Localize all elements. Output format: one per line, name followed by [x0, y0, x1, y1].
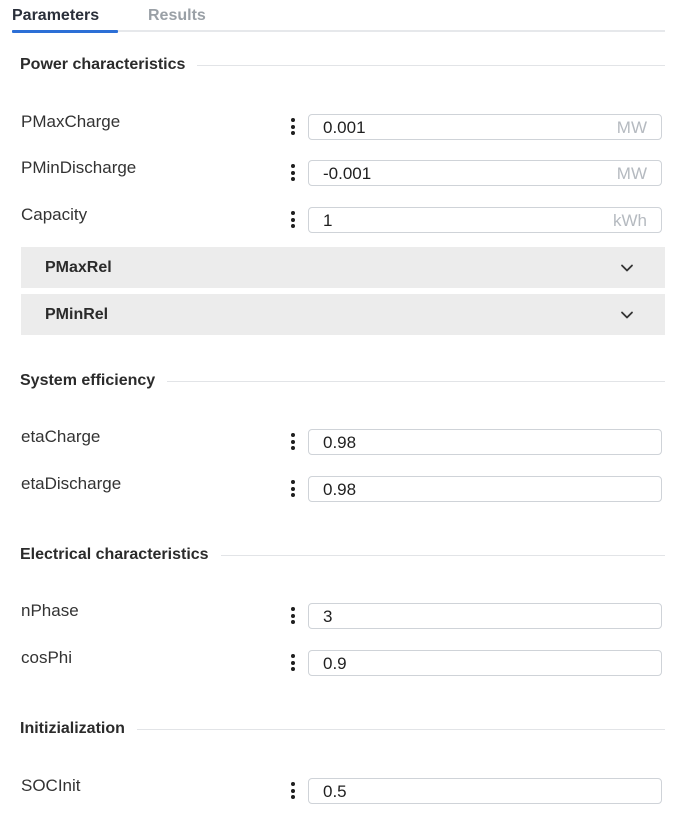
chevron-down-icon	[621, 311, 633, 319]
param-row-pmindischarge: PMinDischarge -0.001 MW	[0, 158, 673, 186]
kebab-menu-icon[interactable]	[289, 654, 297, 674]
param-label: cosPhi	[21, 648, 73, 667]
field-value: 0.98	[323, 433, 357, 452]
field-value: 0.5	[323, 782, 347, 801]
kebab-menu-icon[interactable]	[289, 211, 297, 231]
param-row-etacharge: etaCharge 0.98	[0, 427, 673, 455]
param-row-etadischarge: etaDischarge 0.98	[0, 474, 673, 502]
field-unit: MW	[616, 118, 647, 137]
field-value: -0.001	[323, 164, 372, 183]
param-label: etaDischarge	[21, 474, 122, 493]
param-label: Capacity	[21, 205, 88, 224]
collapsible-pminrel[interactable]: PMinRel	[21, 294, 665, 335]
kebab-menu-icon[interactable]	[289, 480, 297, 500]
nphase-input[interactable]: 3	[308, 603, 662, 629]
section-divider	[197, 64, 665, 66]
param-row-pmaxcharge: PMaxCharge 0.001 MW	[0, 112, 673, 140]
tab-bar: Parameters Results	[0, 0, 673, 33]
section-title: Initizialization	[20, 720, 125, 737]
section-title: System efficiency	[20, 372, 156, 389]
section-header-power: Power characteristics	[20, 56, 665, 74]
active-tab-indicator	[12, 30, 118, 33]
param-label: etaCharge	[21, 427, 101, 446]
collapsible-pmaxrel[interactable]: PMaxRel	[21, 247, 665, 288]
kebab-menu-icon[interactable]	[289, 607, 297, 627]
section-divider	[136, 728, 665, 730]
section-title: Electrical characteristics	[20, 546, 209, 563]
param-row-capacity: Capacity 1 kWh	[0, 205, 673, 233]
param-label: PMaxCharge	[21, 112, 121, 131]
section-title: Power characteristics	[20, 56, 186, 73]
collapsible-title: PMinRel	[45, 306, 109, 323]
param-row-nphase: nPhase 3	[0, 601, 673, 629]
pmindischarge-input[interactable]: -0.001 MW	[308, 160, 662, 186]
etacharge-input[interactable]: 0.98	[308, 429, 662, 455]
field-unit: kWh	[613, 211, 647, 230]
section-header-efficiency: System efficiency	[20, 372, 665, 390]
tab-parameters[interactable]: Parameters	[12, 7, 99, 25]
field-value: 0.001	[323, 118, 366, 137]
section-divider	[167, 380, 665, 382]
param-label: PMinDischarge	[21, 158, 137, 177]
chevron-down-icon	[621, 264, 633, 272]
field-value: 0.98	[323, 480, 357, 499]
field-value: 1	[323, 211, 333, 230]
pmaxcharge-input[interactable]: 0.001 MW	[308, 114, 662, 140]
param-row-socinit: SOCInit 0.5	[0, 776, 673, 804]
param-label: SOCInit	[21, 776, 81, 795]
kebab-menu-icon[interactable]	[289, 118, 297, 138]
section-header-init: Initizialization	[20, 720, 665, 738]
kebab-menu-icon[interactable]	[289, 164, 297, 184]
cosphi-input[interactable]: 0.9	[308, 650, 662, 676]
param-row-cosphi: cosPhi 0.9	[0, 648, 673, 676]
kebab-menu-icon[interactable]	[289, 782, 297, 802]
field-value: 0.9	[323, 654, 347, 673]
param-label: nPhase	[21, 601, 79, 620]
field-unit: MW	[616, 164, 647, 183]
section-header-electrical: Electrical characteristics	[20, 546, 665, 564]
section-divider	[220, 554, 665, 556]
collapsible-title: PMaxRel	[45, 259, 112, 276]
socinit-input[interactable]: 0.5	[308, 778, 662, 804]
field-value: 3	[323, 607, 333, 626]
tab-results[interactable]: Results	[148, 7, 206, 25]
etadischarge-input[interactable]: 0.98	[308, 476, 662, 502]
capacity-input[interactable]: 1 kWh	[308, 207, 662, 233]
kebab-menu-icon[interactable]	[289, 433, 297, 453]
